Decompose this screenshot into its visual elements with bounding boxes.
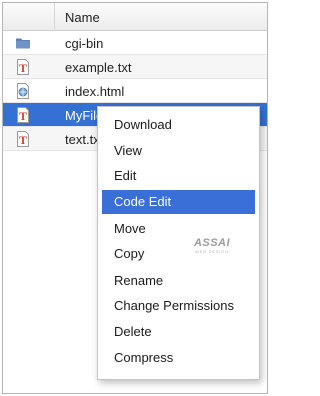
name-column-header[interactable]: Name [65,10,100,25]
menu-item-edit[interactable]: Edit [102,164,255,188]
icon-column-header[interactable] [3,3,55,31]
file-name: cgi-bin [65,36,104,51]
text-file-icon: T [17,131,29,147]
svg-text:T: T [19,61,27,75]
menu-item-download[interactable]: Download [102,113,255,137]
html-file-icon [17,83,29,99]
file-name: example.txt [65,60,132,75]
menu-item-rename[interactable]: Rename [102,269,255,293]
file-row-cgi-bin[interactable]: cgi-bin [3,31,267,55]
menu-item-change-permissions[interactable]: Change Permissions [102,294,255,318]
text-file-icon: T [17,59,29,75]
table-header: Name [3,3,267,31]
menu-item-view[interactable]: View [102,139,255,163]
folder-icon [16,38,30,49]
svg-text:T: T [19,109,27,123]
svg-text:ASSAI: ASSAI [193,237,231,249]
menu-item-delete[interactable]: Delete [102,320,255,344]
svg-text:WEB DESIGN: WEB DESIGN [195,249,229,254]
file-row-index-html[interactable]: index.html [3,79,267,103]
file-row-example-txt[interactable]: T example.txt [3,55,267,79]
text-file-icon: T [17,107,29,123]
menu-item-compress[interactable]: Compress [102,346,255,370]
menu-item-code-edit[interactable]: Code Edit [102,190,255,214]
svg-text:T: T [19,133,27,147]
file-name: index.html [65,84,125,99]
assai-watermark-logo: ASSAI WEB DESIGN [193,237,231,254]
